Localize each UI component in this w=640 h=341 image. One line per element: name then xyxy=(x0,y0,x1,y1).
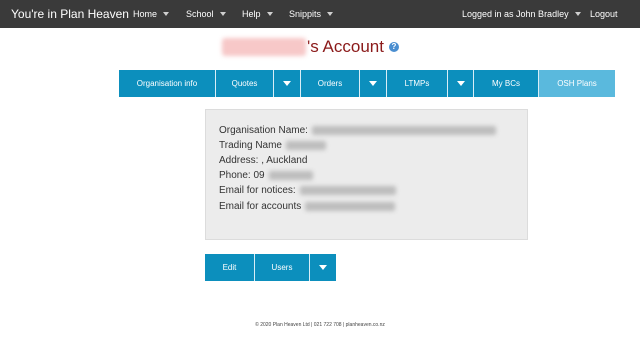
tab-label: Quotes xyxy=(231,79,258,88)
brand-title[interactable]: You're in Plan Heaven xyxy=(11,7,129,21)
tab-my-bcs[interactable]: My BCs xyxy=(474,70,539,97)
edit-button-label: Edit xyxy=(222,263,237,272)
tab-label: OSH Plans xyxy=(557,79,597,88)
trading-name-label: Trading Name xyxy=(219,140,282,151)
user-menu[interactable]: Logged in as John Bradley xyxy=(462,9,581,19)
user-menu-label: Logged in as John Bradley xyxy=(462,9,569,19)
page-title: 's Account ? xyxy=(222,37,399,57)
trading-name-row: Trading Name xyxy=(219,140,326,151)
tab-organisation-info[interactable]: Organisation info xyxy=(119,70,216,97)
logout-label: Logout xyxy=(590,9,618,19)
address-row: Address: , Auckland xyxy=(219,155,307,166)
redacted-account-name xyxy=(222,38,306,56)
email-notices-row: Email for notices: xyxy=(219,185,396,196)
email-notices-label: Email for notices: xyxy=(219,185,296,196)
tab-orders-dropdown[interactable] xyxy=(360,70,387,97)
nav-home-label: Home xyxy=(133,9,158,19)
tab-label: LTMPs xyxy=(404,79,430,88)
chevron-down-icon xyxy=(266,12,273,16)
help-icon[interactable]: ? xyxy=(388,42,399,52)
chevron-down-icon xyxy=(574,12,581,16)
top-navbar: You're in Plan Heaven Home School Help S… xyxy=(0,0,640,28)
tab-label: Organisation info xyxy=(136,79,198,88)
users-button-label: Users xyxy=(271,263,293,272)
phone-row: Phone: 09 xyxy=(219,170,313,181)
tab-ltmps[interactable]: LTMPs xyxy=(387,70,448,97)
tab-orders[interactable]: Orders xyxy=(301,70,360,97)
nav-help-label: Help xyxy=(242,9,261,19)
email-accounts-row: Email for accounts xyxy=(219,201,396,212)
chevron-down-icon xyxy=(456,81,465,86)
chevron-down-icon xyxy=(163,12,170,16)
account-tabs: Organisation info Quotes Orders LTMPs My… xyxy=(119,70,615,97)
edit-button[interactable]: Edit xyxy=(205,254,255,281)
tab-ltmps-dropdown[interactable] xyxy=(448,70,474,97)
redacted-value xyxy=(311,126,496,135)
redacted-value xyxy=(286,141,326,150)
nav-school-label: School xyxy=(186,9,214,19)
organisation-name-row: Organisation Name: xyxy=(219,125,496,136)
chevron-down-icon xyxy=(283,81,291,86)
address-label: Address: , Auckland xyxy=(219,155,308,166)
nav-snippits-label: Snippits xyxy=(289,9,322,19)
chevron-down-icon xyxy=(369,81,377,86)
organisation-info-panel: Organisation Name: Trading Name Address:… xyxy=(205,109,528,240)
tab-quotes[interactable]: Quotes xyxy=(216,70,274,97)
redacted-value xyxy=(305,202,396,211)
nav-snippits[interactable]: Snippits xyxy=(289,9,334,19)
organisation-name-label: Organisation Name: xyxy=(219,125,308,136)
tab-label: My BCs xyxy=(492,79,520,88)
logout-link[interactable]: Logout xyxy=(590,9,618,19)
tab-label: Orders xyxy=(317,79,343,88)
nav-school[interactable]: School xyxy=(186,9,226,19)
page-title-text: 's Account xyxy=(307,37,384,56)
chevron-down-icon xyxy=(219,12,226,16)
phone-label: Phone: 09 xyxy=(219,170,265,181)
redacted-value xyxy=(299,186,396,195)
tab-quotes-dropdown[interactable] xyxy=(274,70,301,97)
chevron-down-icon xyxy=(327,12,334,16)
nav-help[interactable]: Help xyxy=(242,9,273,19)
users-dropdown-button[interactable] xyxy=(310,254,336,281)
email-accounts-label: Email for accounts xyxy=(219,201,302,212)
nav-home[interactable]: Home xyxy=(133,9,170,19)
users-button[interactable]: Users xyxy=(255,254,310,281)
chevron-down-icon xyxy=(319,265,327,270)
footer: © 2020 Plan Heaven Ltd | 021 722 708 | p… xyxy=(255,322,385,328)
tab-osh-plans[interactable]: OSH Plans xyxy=(539,70,615,97)
redacted-value xyxy=(268,171,313,180)
